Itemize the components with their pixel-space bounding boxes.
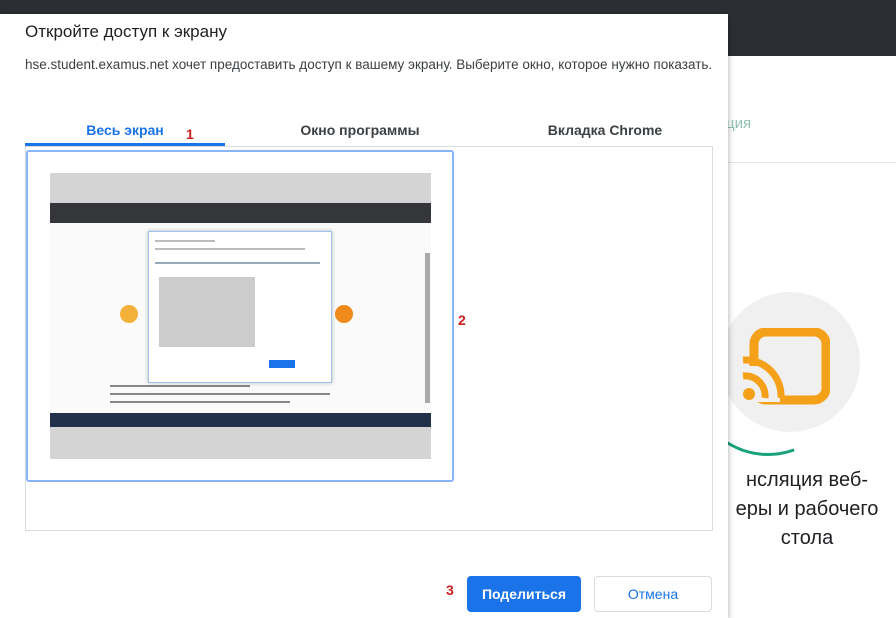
dialog-description: hse.student.examus.net хочет предоставит… xyxy=(25,57,713,72)
annotation-1: 1 xyxy=(186,126,194,142)
screen-thumbnail-image[interactable] xyxy=(50,173,431,459)
thumbnail-text-line xyxy=(110,393,330,395)
thumbnail-nested-preview xyxy=(159,277,255,347)
share-button[interactable]: Поделиться xyxy=(467,576,581,612)
thumbnail-text-line xyxy=(155,240,215,242)
cast-icon xyxy=(742,328,830,405)
webcam-icon xyxy=(120,305,138,323)
background-heading-line-1: нсляция веб- xyxy=(746,469,868,491)
thumbnail-taskbar xyxy=(50,413,431,427)
thumbnail-text-line xyxy=(155,262,320,264)
annotation-3: 3 xyxy=(446,582,454,598)
background-heading-line-2: еры и рабочего xyxy=(735,498,879,520)
background-divider xyxy=(726,162,896,163)
thumbnail-text-line xyxy=(155,248,305,250)
background-heading-line-3: стола xyxy=(780,527,834,549)
background-tab-label[interactable]: ция xyxy=(726,115,751,132)
tab-application-window[interactable]: Окно программы xyxy=(255,118,465,148)
tab-chrome-tab[interactable]: Вкладка Chrome xyxy=(490,118,720,148)
thumbnail-text-line xyxy=(110,401,290,403)
cancel-button[interactable]: Отмена xyxy=(594,576,712,612)
cast-icon-small xyxy=(335,305,353,323)
thumbnail-text-line xyxy=(110,385,250,387)
thumbnail-nested-dialog xyxy=(148,231,332,383)
thumbnail-scrollbar xyxy=(425,253,430,403)
thumbnail-share-button xyxy=(269,360,295,368)
dialog-title: Откройте доступ к экрану xyxy=(25,22,227,41)
background-heading: нсляция веб- еры и рабочего стола xyxy=(718,466,896,553)
thumbnail-browser-bar xyxy=(50,203,431,223)
